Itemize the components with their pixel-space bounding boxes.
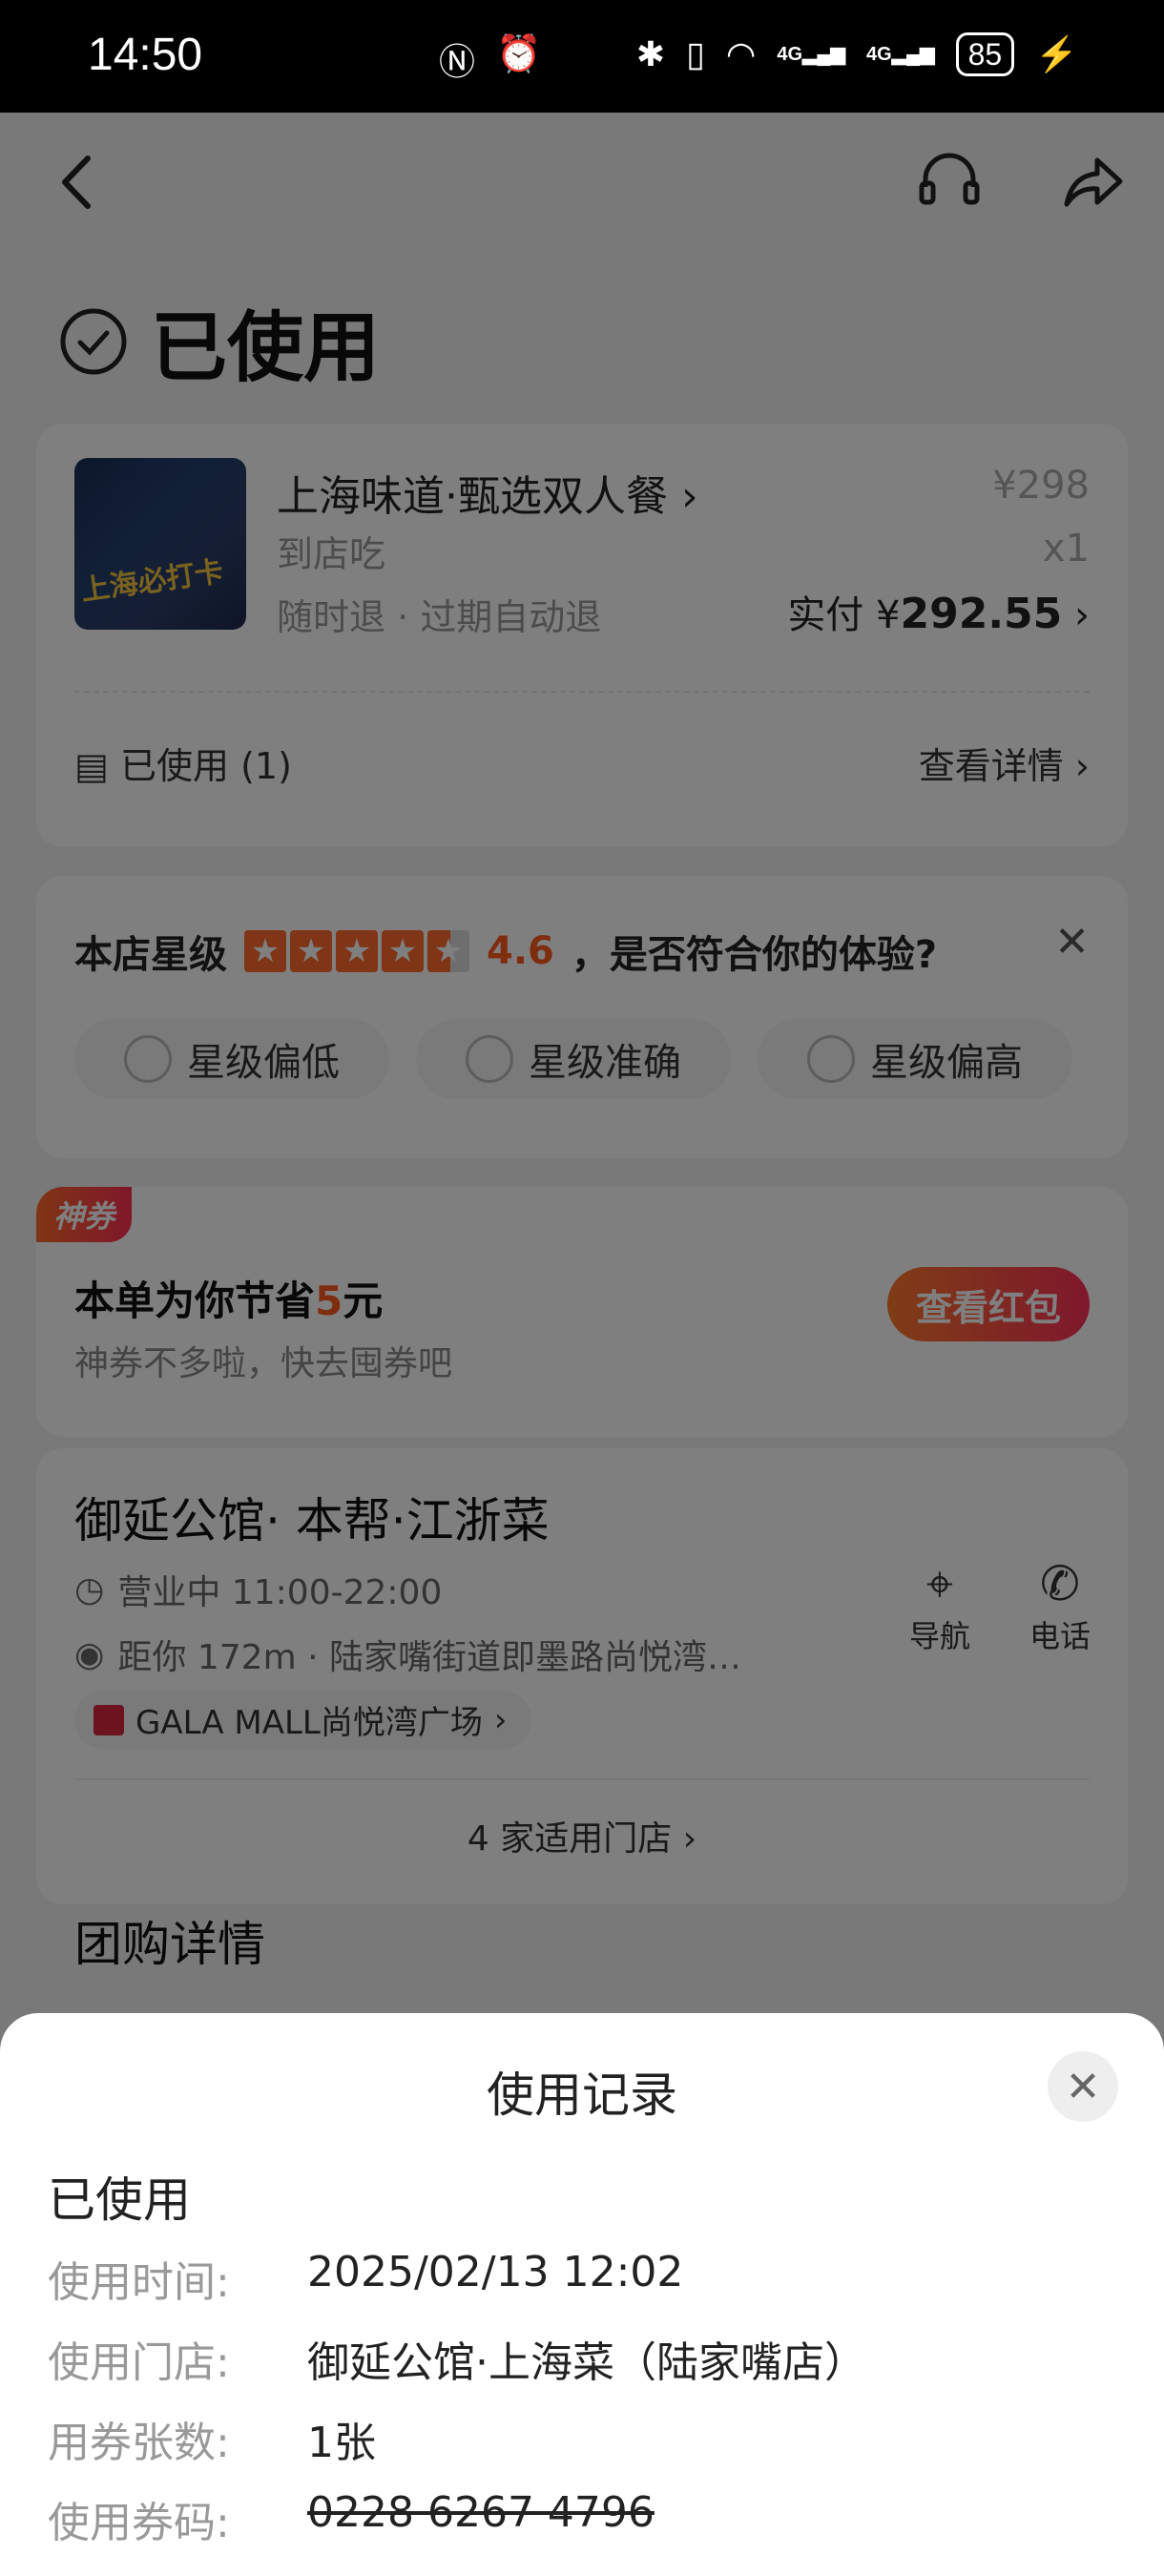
- sheet-title: 使用记录: [487, 2067, 677, 2123]
- record-row-code: 使用券码: 0228 6267 4796: [48, 2488, 655, 2547]
- vibrate-icon: ▯: [686, 34, 705, 73]
- record-row-count: 用券张数: 1张: [48, 2419, 376, 2467]
- alarm-icon: ⏰: [496, 32, 542, 74]
- bluetooth-icon: ✱: [635, 34, 666, 73]
- status-time: 14:50: [88, 30, 203, 80]
- charging-icon: ⚡: [1035, 34, 1078, 73]
- wifi-icon: ◠: [725, 34, 757, 73]
- close-icon[interactable]: ✕: [1048, 2051, 1118, 2122]
- status-icons: ✱ ▯ ◠ 4G▂▄▆ 4G▂▄▆ 85 ⚡: [636, 32, 1078, 76]
- record-row-time: 使用时间: 2025/02/13 12:02: [48, 2248, 684, 2307]
- usage-record-sheet: 使用记录 ✕ 已使用 使用时间: 2025/02/13 12:02 使用门店: …: [0, 2013, 1164, 2576]
- status-bar: 14:50 Ⓝ ⏰ ✱ ▯ ◠ 4G▂▄▆ 4G▂▄▆ 85 ⚡: [0, 0, 1164, 113]
- signal-4g-icon: 4G▂▄▆: [777, 44, 845, 65]
- signal-4g-icon-2: 4G▂▄▆: [865, 44, 935, 65]
- battery-indicator: 85: [955, 32, 1015, 76]
- record-row-store: 使用门店: 御延公馆·上海菜（陆家嘴店）: [48, 2338, 866, 2387]
- nfc-icon: Ⓝ: [439, 41, 476, 83]
- usage-status: 已使用: [48, 2172, 191, 2228]
